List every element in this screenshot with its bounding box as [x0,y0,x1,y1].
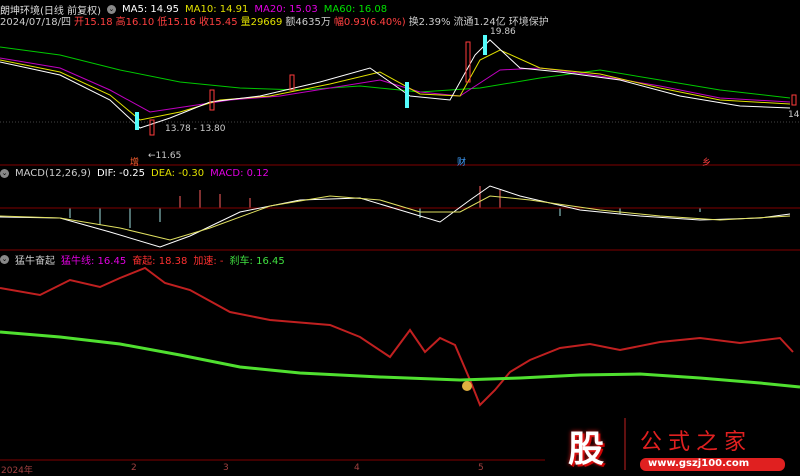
low-price-label: ←11.65 [148,151,182,161]
macd-settings-icon[interactable]: ⌄ [0,169,9,178]
dea-value: DEA: -0.30 [151,168,205,179]
amount: 额4635万 [285,17,331,28]
event-marker-2[interactable]: 财 [457,155,466,168]
low: 低15.16 [157,17,196,28]
indicator-settings-icon[interactable]: ⌄ [0,255,9,264]
macd-histogram [69,186,701,228]
quote-bar: 2024/07/18/四 开15.18 高16.10 低15.16 收15.45… [0,13,549,28]
logo-url: www.gszj100.com [648,458,750,469]
float-shares: 流通1.24亿 [453,17,506,28]
macd-value: MACD: 0.12 [210,168,269,179]
high: 高16.10 [115,17,155,28]
macd-header: ⌄ MACD(12,26,9) DIF: -0.25 DEA: -0.30 MA… [0,168,269,179]
chart-canvas [0,35,800,471]
sector: 环境保护 [508,17,549,28]
sha-che-value: 刹车: 16.45 [229,256,285,267]
indicator-header: ⌄ 猛牛奋起 猛牛线: 16.45 奋起: 18.38 加速: - 刹车: 16… [0,252,285,267]
turnover: 换2.39% [408,17,451,28]
volume: 量29669 [240,17,283,28]
event-marker-1[interactable]: 增 [130,155,139,168]
x-label-year: 2024年 [1,466,33,476]
change: 幅0.93(6.40%) [333,17,406,28]
logo-icon: 股 [568,429,605,470]
logo-name: 公式之家 [640,430,753,455]
x-label-may: 5 [478,463,484,473]
date: 2024/07/18/四 [0,17,72,28]
x-label-apr: 4 [354,463,360,473]
fen-qi-value: 奋起: 18.38 [132,256,188,267]
open: 开15.18 [74,17,113,28]
right-price-label: 14 [788,110,800,120]
high-price-label: 19.86 [490,27,516,37]
x-label-mar: 3 [223,463,229,473]
meng-niu-line [0,266,794,407]
x-label-feb: 2 [131,463,137,473]
event-marker-3[interactable]: 乡 [702,155,711,168]
mid-price-label: 13.78 - 13.80 [165,124,226,134]
indicator-title[interactable]: 猛牛奋起 [15,252,55,267]
jia-su-value: 加速: - [193,256,224,267]
dif-value: DIF: -0.25 [96,168,145,179]
signal-marker [462,381,472,391]
close: 收15.45 [198,17,238,28]
candles [135,35,797,136]
macd-title[interactable]: MACD(12,26,9) [15,168,91,179]
meng-niu-value: 猛牛线: 16.45 [61,256,127,267]
